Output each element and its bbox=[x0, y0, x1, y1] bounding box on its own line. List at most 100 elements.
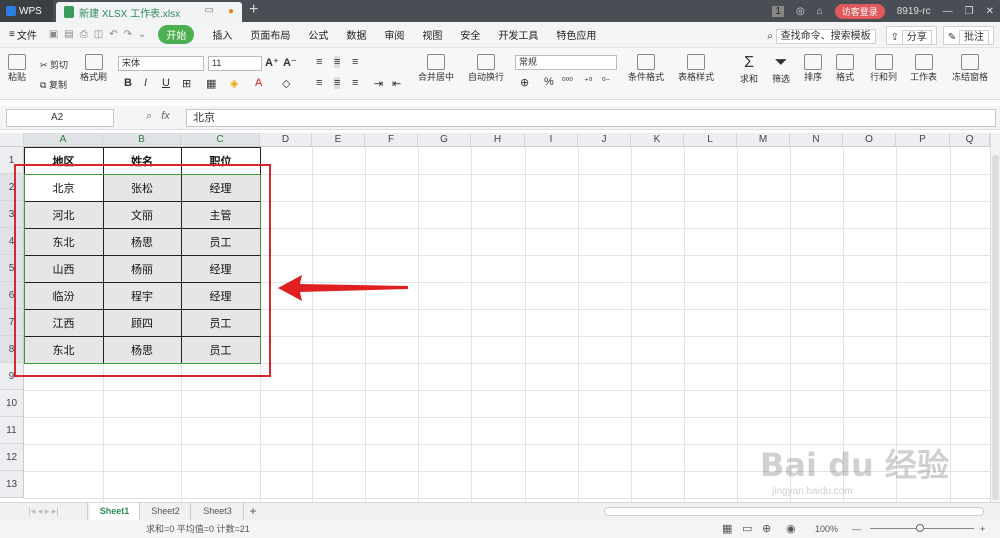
sheet-tab-2[interactable]: Sheet2 bbox=[141, 503, 191, 520]
formula-input[interactable]: 北京 bbox=[186, 109, 996, 127]
worksheet-button[interactable]: 工作表 bbox=[910, 54, 937, 83]
fx-icon[interactable]: fx bbox=[161, 110, 170, 122]
fill-color-icon[interactable]: ◈ bbox=[230, 77, 238, 90]
tab-review[interactable]: 审阅 bbox=[384, 27, 404, 42]
tab-insert[interactable]: 插入 bbox=[212, 27, 232, 42]
tab-security[interactable]: 安全 bbox=[460, 27, 480, 42]
add-sheet-icon[interactable]: + bbox=[246, 503, 260, 520]
zoom-in-icon[interactable]: + bbox=[980, 520, 985, 538]
print-icon[interactable]: ⎙ bbox=[80, 29, 88, 40]
row-header-10[interactable]: 10 bbox=[0, 390, 24, 417]
tab-data[interactable]: 数据 bbox=[346, 27, 366, 42]
tab-features[interactable]: 特色应用 bbox=[556, 27, 596, 42]
eye-protect-icon[interactable]: ◉ bbox=[786, 520, 796, 538]
tab-page-layout[interactable]: 页面布局 bbox=[250, 27, 290, 42]
zoom-slider-handle[interactable] bbox=[916, 524, 924, 532]
rowcol-button[interactable]: 行和列 bbox=[870, 54, 897, 83]
col-header-m[interactable]: M bbox=[737, 133, 790, 147]
freeze-button[interactable]: 冻结窗格 bbox=[952, 54, 988, 83]
format-painter-button[interactable]: 格式刷 bbox=[80, 54, 107, 83]
sheet-tab-1[interactable]: Sheet1 bbox=[90, 503, 140, 520]
outdent-icon[interactable]: ⇤ bbox=[392, 77, 401, 90]
border-icon[interactable]: ⊞ bbox=[182, 77, 191, 90]
increase-decimal-icon[interactable]: ⁺⁰ bbox=[584, 76, 592, 87]
col-header-d[interactable]: D bbox=[260, 133, 312, 147]
tab-developer[interactable]: 开发工具 bbox=[498, 27, 538, 42]
tab-formula[interactable]: 公式 bbox=[308, 27, 328, 42]
col-header-p[interactable]: P bbox=[896, 133, 950, 147]
sum-button[interactable]: Σ 求和 bbox=[740, 54, 758, 85]
col-header-a[interactable]: A bbox=[24, 133, 103, 147]
tab-view[interactable]: 视图 bbox=[422, 27, 442, 42]
zoom-level[interactable]: 100% bbox=[815, 520, 838, 538]
col-header-l[interactable]: L bbox=[684, 133, 737, 147]
undo-icon[interactable]: ↶ bbox=[109, 29, 117, 40]
file-tab[interactable]: 新建 XLSX 工作表.xlsx ▭ ● bbox=[56, 2, 242, 22]
new-tab-button[interactable]: + bbox=[249, 1, 258, 19]
underline-button[interactable]: U bbox=[162, 77, 170, 89]
col-header-e[interactable]: E bbox=[312, 133, 365, 147]
sort-button[interactable]: 排序 bbox=[804, 54, 822, 83]
window-count-badge[interactable]: 1 bbox=[772, 5, 784, 17]
font-size-select[interactable]: 11 bbox=[208, 56, 262, 71]
col-header-c[interactable]: C bbox=[181, 133, 260, 147]
font-color-icon[interactable]: A bbox=[255, 77, 262, 89]
search-command[interactable]: ⌕ 查找命令、搜索模板 bbox=[763, 26, 879, 45]
align-top-icon[interactable]: ≡ bbox=[316, 56, 322, 68]
comment-button[interactable]: ✎ 批注 bbox=[942, 26, 994, 45]
page-break-icon[interactable]: ⊕ bbox=[762, 520, 771, 538]
page-layout-icon[interactable]: ▭ bbox=[742, 520, 752, 538]
share-button[interactable]: ⇪ 分享 bbox=[885, 26, 937, 45]
tab-start[interactable]: 开始 bbox=[158, 25, 195, 44]
table-style-button[interactable]: 表格样式 bbox=[678, 54, 714, 83]
scroll-thumb[interactable] bbox=[992, 155, 999, 500]
close-icon[interactable]: ✕ bbox=[986, 6, 994, 17]
cut-button[interactable]: ✂ 剪切 bbox=[40, 58, 68, 71]
zoom-out-icon[interactable]: — bbox=[852, 520, 861, 538]
align-left-icon[interactable]: ≡ bbox=[316, 77, 322, 89]
hamburger-icon[interactable]: ≡ bbox=[9, 29, 15, 40]
normal-view-icon[interactable]: ▦ bbox=[722, 520, 732, 538]
col-header-i[interactable]: I bbox=[525, 133, 578, 147]
vertical-scrollbar[interactable] bbox=[990, 133, 1000, 502]
save-icon[interactable]: ▣ bbox=[49, 29, 58, 40]
more-icon[interactable]: ⌄ bbox=[138, 29, 146, 40]
skin-icon[interactable]: ◎ bbox=[796, 6, 805, 17]
percent-button[interactable]: % bbox=[544, 76, 554, 88]
paste-button[interactable]: 粘贴 bbox=[8, 54, 26, 83]
decrease-decimal-icon[interactable]: ⁰⁻ bbox=[602, 76, 610, 87]
indent-icon[interactable]: ⇥ bbox=[374, 77, 383, 90]
font-shrink-icon[interactable]: A⁻ bbox=[283, 56, 297, 69]
login-button[interactable]: 访客登录 bbox=[834, 3, 885, 19]
col-header-n[interactable]: N bbox=[790, 133, 843, 147]
row-header-13[interactable]: 13 bbox=[0, 471, 24, 498]
format-cell-icon[interactable]: ▦ bbox=[206, 77, 216, 90]
align-center-icon[interactable]: ≡ bbox=[334, 77, 341, 89]
col-header-j[interactable]: J bbox=[578, 133, 631, 147]
col-header-b[interactable]: B bbox=[103, 133, 181, 147]
sheet-tab-3[interactable]: Sheet3 bbox=[192, 503, 244, 520]
maximize-icon[interactable]: ❐ bbox=[965, 6, 974, 17]
italic-button[interactable]: I bbox=[144, 77, 147, 89]
font-grow-icon[interactable]: A⁺ bbox=[265, 56, 279, 69]
preview-icon[interactable]: ◫ bbox=[94, 29, 103, 40]
clear-icon[interactable]: ◇ bbox=[282, 77, 290, 90]
select-all-corner[interactable] bbox=[0, 133, 24, 147]
monitor-icon[interactable]: ▭ bbox=[205, 5, 214, 16]
unsaved-dot-icon[interactable]: ● bbox=[228, 6, 234, 17]
col-header-o[interactable]: O bbox=[843, 133, 896, 147]
font-family-select[interactable]: 宋体 bbox=[118, 56, 204, 71]
menu-file[interactable]: 文件 bbox=[17, 27, 37, 42]
zoom-icon[interactable]: ⌕ bbox=[146, 110, 152, 122]
align-right-icon[interactable]: ≡ bbox=[352, 77, 358, 89]
bold-button[interactable]: B bbox=[124, 77, 132, 89]
col-header-k[interactable]: K bbox=[631, 133, 684, 147]
row-header-12[interactable]: 12 bbox=[0, 444, 24, 471]
horizontal-scrollbar[interactable] bbox=[604, 507, 984, 516]
col-header-q[interactable]: Q bbox=[950, 133, 990, 147]
thousands-icon[interactable]: ⁰⁰⁰ bbox=[562, 76, 573, 87]
filter-button[interactable]: ⏷ 筛选 bbox=[772, 54, 790, 85]
redo-icon[interactable]: ↷ bbox=[124, 29, 132, 40]
col-header-f[interactable]: F bbox=[365, 133, 418, 147]
merge-button[interactable]: 合并居中 bbox=[418, 54, 454, 83]
